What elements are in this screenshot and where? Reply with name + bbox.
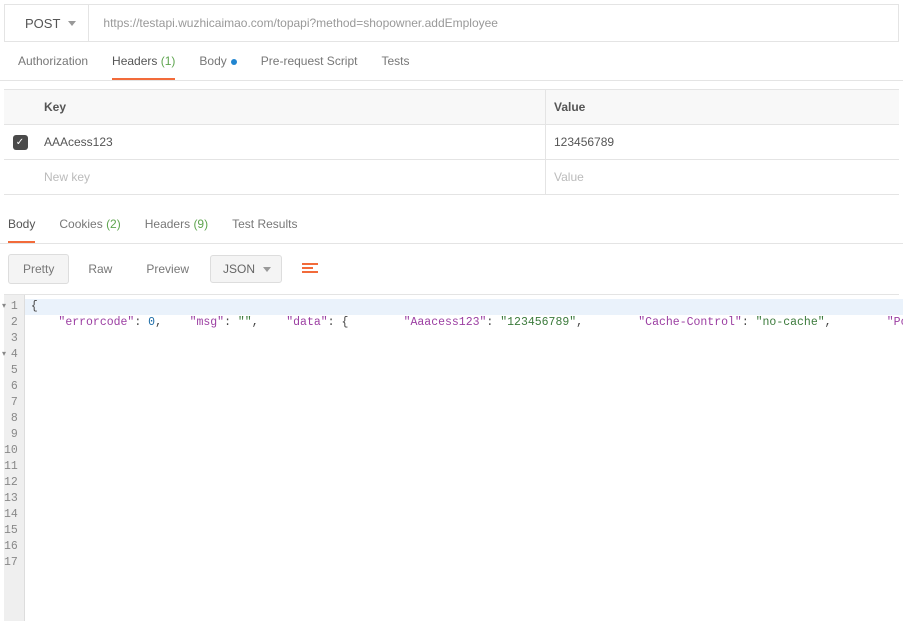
line-number: 15 <box>4 523 18 539</box>
resp-tab-cookies-label: Cookies <box>59 217 102 231</box>
kv-row: ✓ AAAcess123 123456789 <box>4 125 899 160</box>
request-tabs: Authorization Headers (1) Body Pre-reque… <box>0 42 903 81</box>
response-body-editor[interactable]: 1 2 3 4 5 6 7 8 9 10 11 12 13 14 15 16 1… <box>4 294 899 621</box>
kv-key-header: Key <box>36 90 546 124</box>
resp-tab-body[interactable]: Body <box>8 217 35 243</box>
url-input[interactable]: https://testapi.wuzhicaimao.com/topapi?m… <box>89 5 898 41</box>
resp-tab-headers-count: (9) <box>193 217 208 231</box>
line-number: 5 <box>4 363 18 379</box>
tab-headers-label: Headers <box>112 54 157 68</box>
line-number: 3 <box>4 331 18 347</box>
resp-tab-headers-label: Headers <box>145 217 190 231</box>
code-body: { "errorcode": 0, "msg": "", "data": { "… <box>25 295 903 621</box>
json-key: "Postman-Token" <box>887 316 903 329</box>
line-number: 6 <box>4 379 18 395</box>
line-number: 14 <box>4 507 18 523</box>
method-select[interactable]: POST <box>5 5 89 41</box>
tab-authorization-label: Authorization <box>18 54 88 68</box>
tab-prerequest-label: Pre-request Script <box>261 54 358 68</box>
line-gutter: 1 2 3 4 5 6 7 8 9 10 11 12 13 14 15 16 1… <box>4 295 25 621</box>
line-number: 2 <box>4 315 18 331</box>
method-label: POST <box>25 16 60 31</box>
tab-body[interactable]: Body <box>199 54 236 80</box>
kv-check-spacer <box>4 90 36 124</box>
tab-headers-count: (1) <box>161 54 176 68</box>
line-number: 13 <box>4 491 18 507</box>
resp-tab-headers[interactable]: Headers (9) <box>145 217 208 243</box>
line-number: 10 <box>4 443 18 459</box>
format-raw-button[interactable]: Raw <box>73 254 127 284</box>
kv-row-new: New key Value <box>4 160 899 195</box>
json-value: "123456789" <box>500 316 576 329</box>
response-tabs: Body Cookies (2) Headers (9) Test Result… <box>0 203 903 244</box>
tab-body-label: Body <box>199 54 226 68</box>
tab-tests[interactable]: Tests <box>381 54 409 80</box>
format-preview-button[interactable]: Preview <box>131 254 204 284</box>
tab-prerequest[interactable]: Pre-request Script <box>261 54 358 80</box>
line-number: 12 <box>4 475 18 491</box>
line-number: 17 <box>4 555 18 571</box>
line-number: 11 <box>4 459 18 475</box>
line-number: 8 <box>4 411 18 427</box>
kv-key-input[interactable]: AAAcess123 <box>36 125 546 159</box>
kv-row-checkbox-cell: ✓ <box>4 125 36 159</box>
format-bar: Pretty Raw Preview JSON <box>0 244 903 294</box>
resp-tab-testresults-label: Test Results <box>232 217 297 231</box>
resp-tab-cookies-count: (2) <box>106 217 121 231</box>
tab-authorization[interactable]: Authorization <box>18 54 88 80</box>
url-text: https://testapi.wuzhicaimao.com/topapi?m… <box>103 16 498 30</box>
line-number: 9 <box>4 427 18 443</box>
tab-tests-label: Tests <box>381 54 409 68</box>
resp-tab-testresults[interactable]: Test Results <box>232 217 297 243</box>
line-number: 1 <box>4 299 18 315</box>
resp-tab-body-label: Body <box>8 217 35 231</box>
json-key: "msg" <box>190 316 225 329</box>
wrap-lines-icon <box>302 263 318 275</box>
json-key: "data" <box>286 316 327 329</box>
kv-header-row: Key Value <box>4 89 899 125</box>
format-type-label: JSON <box>223 262 255 276</box>
format-type-select[interactable]: JSON <box>210 255 282 283</box>
kv-value-input[interactable]: 123456789 <box>546 125 899 159</box>
line-number: 7 <box>4 395 18 411</box>
kv-row-checkbox[interactable]: ✓ <box>13 135 28 150</box>
kv-newkey-input[interactable]: New key <box>36 160 546 194</box>
json-key: "Cache-Control" <box>638 316 742 329</box>
tab-headers[interactable]: Headers (1) <box>112 54 175 80</box>
wrap-lines-button[interactable] <box>292 256 328 282</box>
kv-value-header: Value <box>546 90 899 124</box>
line-number: 16 <box>4 539 18 555</box>
request-bar: POST https://testapi.wuzhicaimao.com/top… <box>4 4 899 42</box>
resp-tab-cookies[interactable]: Cookies (2) <box>59 217 120 243</box>
json-value: "no-cache" <box>756 316 825 329</box>
kv-new-spacer <box>4 160 36 194</box>
json-value: "" <box>238 316 252 329</box>
body-changed-dot-icon <box>231 59 237 65</box>
line-number: 4 <box>4 347 18 363</box>
kv-newvalue-input[interactable]: Value <box>546 160 899 194</box>
json-key: "Aaacess123" <box>404 316 487 329</box>
json-key: "errorcode" <box>58 316 134 329</box>
format-pretty-button[interactable]: Pretty <box>8 254 69 284</box>
